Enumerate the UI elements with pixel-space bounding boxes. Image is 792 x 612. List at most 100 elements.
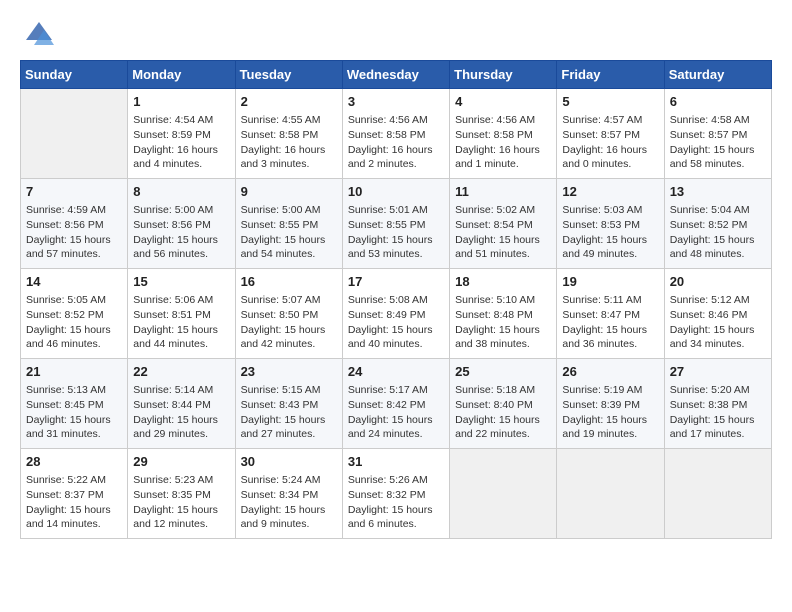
day-info: Sunrise: 4:57 AMSunset: 8:57 PMDaylight:… <box>562 113 658 172</box>
day-info: Sunrise: 5:02 AMSunset: 8:54 PMDaylight:… <box>455 203 551 262</box>
day-number: 29 <box>133 453 229 471</box>
weekday-header-wednesday: Wednesday <box>342 61 449 89</box>
day-info: Sunrise: 5:08 AMSunset: 8:49 PMDaylight:… <box>348 293 444 352</box>
day-number: 26 <box>562 363 658 381</box>
day-number: 23 <box>241 363 337 381</box>
calendar-cell: 30Sunrise: 5:24 AMSunset: 8:34 PMDayligh… <box>235 449 342 539</box>
day-number: 5 <box>562 93 658 111</box>
calendar-cell: 23Sunrise: 5:15 AMSunset: 8:43 PMDayligh… <box>235 359 342 449</box>
calendar-table: SundayMondayTuesdayWednesdayThursdayFrid… <box>20 60 772 539</box>
day-number: 25 <box>455 363 551 381</box>
day-number: 21 <box>26 363 122 381</box>
day-number: 11 <box>455 183 551 201</box>
day-info: Sunrise: 4:56 AMSunset: 8:58 PMDaylight:… <box>455 113 551 172</box>
calendar-cell: 15 Sunrise: 5:06 AMSunset: 8:51 PMDayligh… <box>128 269 235 359</box>
calendar-cell <box>450 449 557 539</box>
day-info: Sunrise: 5:04 AMSunset: 8:52 PMDaylight:… <box>670 203 766 262</box>
calendar-cell <box>557 449 664 539</box>
day-info: Sunrise: 5:13 AMSunset: 8:45 PMDaylight:… <box>26 383 122 442</box>
day-number: 17 <box>348 273 444 291</box>
calendar-cell: 1 Sunrise: 4:54 AMSunset: 8:59 PMDaylight… <box>128 89 235 179</box>
calendar-cell: 13 Sunrise: 5:04 AMSunset: 8:52 PMDayligh… <box>664 179 771 269</box>
day-info: Sunrise: 5:12 AMSunset: 8:46 PMDaylight:… <box>670 293 766 352</box>
day-info: Sunrise: 5:07 AMSunset: 8:50 PMDaylight:… <box>241 293 337 352</box>
day-info: Sunrise: 5:17 AMSunset: 8:42 PMDaylight:… <box>348 383 444 442</box>
weekday-header-monday: Monday <box>128 61 235 89</box>
logo-icon <box>24 20 54 50</box>
calendar-cell: 7 Sunrise: 4:59 AMSunset: 8:56 PMDaylight… <box>21 179 128 269</box>
day-info: Sunrise: 5:22 AMSunset: 8:37 PMDaylight:… <box>26 473 122 532</box>
day-number: 22 <box>133 363 229 381</box>
day-number: 10 <box>348 183 444 201</box>
day-number: 16 <box>241 273 337 291</box>
day-info: Sunrise: 4:59 AMSunset: 8:56 PMDaylight:… <box>26 203 122 262</box>
day-info: Sunrise: 5:06 AMSunset: 8:51 PMDaylight:… <box>133 293 229 352</box>
day-number: 20 <box>670 273 766 291</box>
day-info: Sunrise: 5:24 AMSunset: 8:34 PMDaylight:… <box>241 473 337 532</box>
calendar-cell: 19Sunrise: 5:11 AMSunset: 8:47 PMDayligh… <box>557 269 664 359</box>
day-number: 6 <box>670 93 766 111</box>
calendar-cell: 16 Sunrise: 5:07 AMSunset: 8:50 PMDayligh… <box>235 269 342 359</box>
day-number: 4 <box>455 93 551 111</box>
day-info: Sunrise: 4:55 AMSunset: 8:58 PMDaylight:… <box>241 113 337 172</box>
calendar-cell: 24Sunrise: 5:17 AMSunset: 8:42 PMDayligh… <box>342 359 449 449</box>
day-number: 28 <box>26 453 122 471</box>
calendar-cell <box>664 449 771 539</box>
day-info: Sunrise: 4:58 AMSunset: 8:57 PMDaylight:… <box>670 113 766 172</box>
calendar-cell: 17 Sunrise: 5:08 AMSunset: 8:49 PMDayligh… <box>342 269 449 359</box>
week-row-5: 28 Sunrise: 5:22 AMSunset: 8:37 PMDayligh… <box>21 449 772 539</box>
calendar-cell: 31Sunrise: 5:26 AMSunset: 8:32 PMDayligh… <box>342 449 449 539</box>
calendar-cell: 5 Sunrise: 4:57 AMSunset: 8:57 PMDaylight… <box>557 89 664 179</box>
weekday-header-sunday: Sunday <box>21 61 128 89</box>
calendar-cell: 4 Sunrise: 4:56 AMSunset: 8:58 PMDaylight… <box>450 89 557 179</box>
weekday-header-saturday: Saturday <box>664 61 771 89</box>
calendar-cell: 28 Sunrise: 5:22 AMSunset: 8:37 PMDayligh… <box>21 449 128 539</box>
calendar-cell: 20 Sunrise: 5:12 AMSunset: 8:46 PMDayligh… <box>664 269 771 359</box>
day-info: Sunrise: 4:54 AMSunset: 8:59 PMDaylight:… <box>133 113 229 172</box>
week-row-1: 1 Sunrise: 4:54 AMSunset: 8:59 PMDaylight… <box>21 89 772 179</box>
day-number: 12 <box>562 183 658 201</box>
calendar-cell: 21 Sunrise: 5:13 AMSunset: 8:45 PMDayligh… <box>21 359 128 449</box>
weekday-header-row: SundayMondayTuesdayWednesdayThursdayFrid… <box>21 61 772 89</box>
weekday-header-tuesday: Tuesday <box>235 61 342 89</box>
calendar-cell <box>21 89 128 179</box>
calendar-cell: 26 Sunrise: 5:19 AMSunset: 8:39 PMDayligh… <box>557 359 664 449</box>
day-number: 18 <box>455 273 551 291</box>
day-number: 2 <box>241 93 337 111</box>
day-info: Sunrise: 5:23 AMSunset: 8:35 PMDaylight:… <box>133 473 229 532</box>
calendar-cell: 18 Sunrise: 5:10 AMSunset: 8:48 PMDayligh… <box>450 269 557 359</box>
day-info: Sunrise: 5:19 AMSunset: 8:39 PMDaylight:… <box>562 383 658 442</box>
day-number: 8 <box>133 183 229 201</box>
day-info: Sunrise: 5:10 AMSunset: 8:48 PMDaylight:… <box>455 293 551 352</box>
day-number: 9 <box>241 183 337 201</box>
day-info: Sunrise: 5:18 AMSunset: 8:40 PMDaylight:… <box>455 383 551 442</box>
calendar-cell: 10 Sunrise: 5:01 AMSunset: 8:55 PMDayligh… <box>342 179 449 269</box>
day-info: Sunrise: 5:20 AMSunset: 8:38 PMDaylight:… <box>670 383 766 442</box>
calendar-cell: 3Sunrise: 4:56 AMSunset: 8:58 PMDaylight… <box>342 89 449 179</box>
day-number: 1 <box>133 93 229 111</box>
week-row-2: 7 Sunrise: 4:59 AMSunset: 8:56 PMDaylight… <box>21 179 772 269</box>
calendar-cell: 29 Sunrise: 5:23 AMSunset: 8:35 PMDayligh… <box>128 449 235 539</box>
logo <box>20 20 54 50</box>
day-number: 19 <box>562 273 658 291</box>
day-number: 13 <box>670 183 766 201</box>
day-number: 7 <box>26 183 122 201</box>
day-number: 15 <box>133 273 229 291</box>
calendar-cell: 11 Sunrise: 5:02 AMSunset: 8:54 PMDayligh… <box>450 179 557 269</box>
calendar-cell: 27 Sunrise: 5:20 AMSunset: 8:38 PMDayligh… <box>664 359 771 449</box>
calendar-cell: 22 Sunrise: 5:14 AMSunset: 8:44 PMDayligh… <box>128 359 235 449</box>
calendar-cell: 14Sunrise: 5:05 AMSunset: 8:52 PMDayligh… <box>21 269 128 359</box>
calendar-cell: 8 Sunrise: 5:00 AMSunset: 8:56 PMDaylight… <box>128 179 235 269</box>
day-info: Sunrise: 5:05 AMSunset: 8:52 PMDaylight:… <box>26 293 122 352</box>
calendar-cell: 25 Sunrise: 5:18 AMSunset: 8:40 PMDayligh… <box>450 359 557 449</box>
day-info: Sunrise: 5:01 AMSunset: 8:55 PMDaylight:… <box>348 203 444 262</box>
calendar-cell: 6 Sunrise: 4:58 AMSunset: 8:57 PMDaylight… <box>664 89 771 179</box>
weekday-header-thursday: Thursday <box>450 61 557 89</box>
day-number: 27 <box>670 363 766 381</box>
day-info: Sunrise: 5:14 AMSunset: 8:44 PMDaylight:… <box>133 383 229 442</box>
day-info: Sunrise: 5:03 AMSunset: 8:53 PMDaylight:… <box>562 203 658 262</box>
day-number: 31 <box>348 453 444 471</box>
day-info: Sunrise: 4:56 AMSunset: 8:58 PMDaylight:… <box>348 113 444 172</box>
day-info: Sunrise: 5:00 AMSunset: 8:55 PMDaylight:… <box>241 203 337 262</box>
day-info: Sunrise: 5:00 AMSunset: 8:56 PMDaylight:… <box>133 203 229 262</box>
